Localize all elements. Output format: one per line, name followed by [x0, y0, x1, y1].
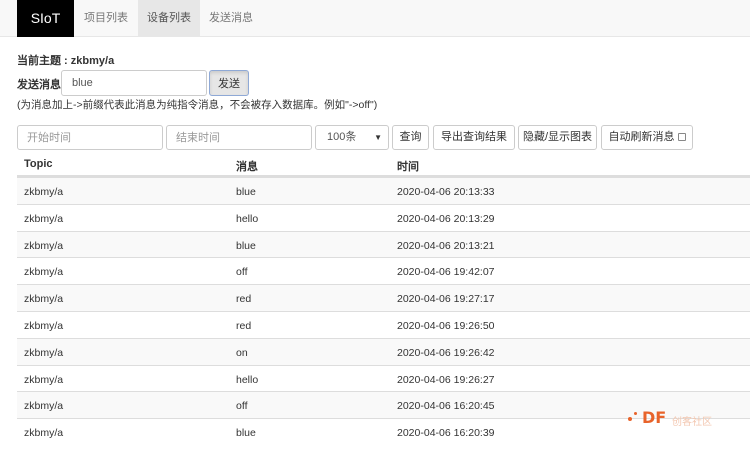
auto-refresh-label: 自动刷新消息 [608, 131, 675, 143]
query-button[interactable]: 查询 [392, 125, 429, 150]
table-row: zkbmy/a on 2020-04-06 19:26:42 [17, 337, 750, 365]
nav-item-send-message[interactable]: 发送消息 [200, 0, 262, 37]
table-header: Topic 消息 时间 [17, 150, 750, 177]
send-message-input[interactable] [61, 70, 207, 96]
navbar: SIoT 项目列表 设备列表 发送消息 [0, 0, 750, 37]
message-table: Topic 消息 时间 zkbmy/a blue 2020-04-06 20:13:… [17, 150, 750, 445]
cell-message: red [236, 293, 252, 306]
toggle-chart-button[interactable]: 隐藏/显示图表 [518, 125, 597, 150]
cell-time: 2020-04-06 20:13:21 [397, 239, 495, 252]
caret-down-icon: ▼ [374, 133, 382, 142]
auto-refresh-checkbox[interactable] [677, 133, 686, 141]
cell-time: 2020-04-06 19:26:50 [397, 319, 495, 332]
cell-time: 2020-04-06 16:20:39 [397, 427, 495, 440]
cell-time: 2020-04-06 16:20:45 [397, 400, 495, 413]
table-row: zkbmy/a hello 2020-04-06 19:26:27 [17, 364, 750, 392]
table-row: zkbmy/a off 2020-04-06 19:42:07 [17, 257, 750, 284]
export-results-button[interactable]: 导出查询结果 [433, 125, 515, 150]
cell-message: blue [236, 239, 256, 252]
cell-time: 2020-04-06 19:26:42 [397, 346, 495, 359]
cell-topic: zkbmy/a [24, 239, 64, 252]
cell-topic: zkbmy/a [24, 186, 64, 198]
cell-message: on [236, 346, 248, 359]
start-time-input[interactable] [17, 125, 163, 150]
cell-topic: zkbmy/a [24, 400, 64, 413]
brand-logo[interactable]: SIoT [17, 0, 74, 37]
watermark-logo-text: DF [642, 408, 667, 427]
cell-time: 2020-04-06 20:13:33 [397, 186, 495, 198]
cell-time: 2020-04-06 19:42:07 [397, 266, 495, 279]
watermark-text: 创客社区 [672, 417, 712, 428]
auto-refresh-button[interactable]: 自动刷新消息 [601, 125, 693, 150]
cell-message: blue [236, 427, 256, 440]
cell-topic: zkbmy/a [24, 266, 64, 279]
column-header-time: 时间 [397, 161, 419, 173]
cell-time: 2020-04-06 19:26:27 [397, 373, 495, 386]
watermark-dot-icon [628, 417, 632, 421]
cell-topic: zkbmy/a [24, 293, 64, 306]
table-row: zkbmy/a red 2020-04-06 19:27:17 [17, 284, 750, 311]
cell-topic: zkbmy/a [24, 212, 64, 225]
cell-topic: zkbmy/a [24, 373, 64, 386]
cell-time: 2020-04-06 19:27:17 [397, 293, 495, 306]
cell-topic: zkbmy/a [24, 427, 64, 440]
df-watermark: DF 创客社区 [620, 406, 750, 432]
cell-message: off [236, 400, 248, 413]
cell-message: blue [236, 186, 256, 198]
limit-select-value: 100条 [327, 131, 357, 143]
cell-message: off [236, 266, 248, 279]
cell-topic: zkbmy/a [24, 346, 64, 359]
table-row: zkbmy/a hello 2020-04-06 20:13:29 [17, 203, 750, 231]
end-time-input[interactable] [166, 125, 312, 150]
cell-topic: zkbmy/a [24, 319, 64, 332]
current-topic: 当前主题 : zkbmy/a [17, 52, 114, 68]
table-row: zkbmy/a blue 2020-04-06 20:13:21 [17, 230, 750, 258]
limit-select[interactable]: 100条 ▼ [315, 125, 389, 150]
column-header-topic: Topic [24, 158, 53, 170]
current-topic-value: zkbmy/a [70, 55, 115, 67]
cell-time: 2020-04-06 20:13:29 [397, 212, 495, 225]
nav-item-project-list[interactable]: 项目列表 [74, 0, 138, 37]
send-button[interactable]: 发送 [209, 70, 249, 96]
send-message-label: 发送消息 [17, 79, 61, 91]
cell-message: red [236, 319, 252, 332]
column-header-message: 消息 [236, 161, 258, 173]
cell-message: hello [236, 212, 259, 225]
watermark-dot-icon [634, 412, 637, 415]
nav-item-device-list[interactable]: 设备列表 [138, 0, 200, 37]
cell-message: hello [236, 373, 259, 386]
current-topic-label: 当前主题 : [17, 55, 71, 67]
table-row: zkbmy/a red 2020-04-06 19:26:50 [17, 310, 750, 338]
table-row: zkbmy/a blue 2020-04-06 20:13:33 [17, 177, 750, 204]
table-body: zkbmy/a blue 2020-04-06 20:13:33 zkbmy/a hel… [17, 177, 750, 445]
send-hint-text: (为消息加上->前缀代表此消息为纯指令消息，不会被存入数据库。例如"->off"… [17, 99, 378, 111]
